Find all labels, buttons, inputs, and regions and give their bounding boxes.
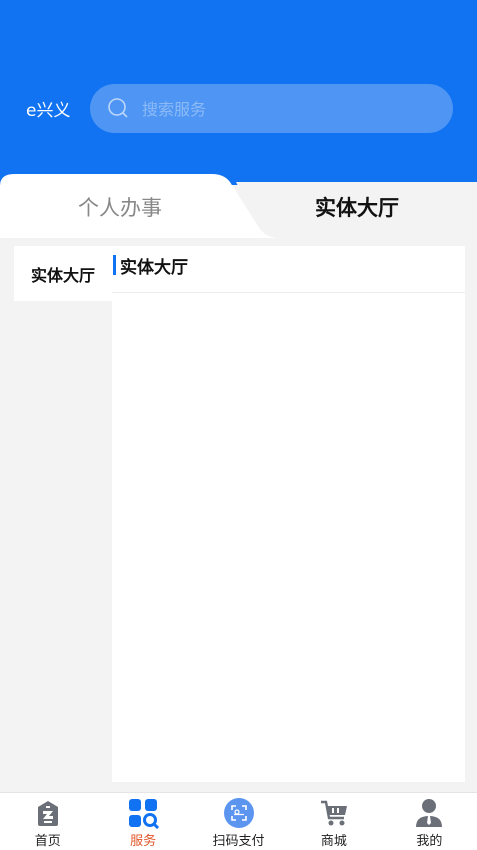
nav-label-mall: 商城 (320, 834, 347, 849)
section-title: 实体大厅 (120, 258, 188, 278)
section-accent-bar (113, 255, 116, 275)
brand-title: e兴义 (26, 101, 71, 121)
nav-item-scan-pay[interactable]: 扫码支付 (191, 793, 286, 850)
nav-label-services: 服务 (130, 834, 157, 849)
search-bar[interactable] (90, 84, 453, 133)
scan-pay-icon (223, 798, 254, 828)
services-icon (129, 799, 160, 829)
nav-item-mall[interactable]: 商城 (286, 793, 381, 850)
nav-label-profile: 我的 (416, 834, 443, 849)
home-icon (37, 801, 58, 826)
nav-label-scan-pay: 扫码支付 (212, 834, 265, 849)
profile-icon (416, 799, 443, 827)
cart-icon (320, 800, 347, 826)
sidebar-item-service-hall[interactable]: 实体大厅 (14, 246, 112, 301)
category-sidebar: 实体大厅 (14, 246, 112, 782)
nav-item-profile[interactable]: 我的 (382, 793, 477, 850)
search-icon (108, 98, 128, 118)
tab-bar: 个人办事 实体大厅 (0, 172, 477, 238)
app-header: e兴义 (0, 0, 477, 185)
content-panel: 实体大厅 (112, 246, 465, 782)
nav-label-home: 首页 (34, 834, 61, 849)
bottom-nav: 首页 服务 扫码支付 商城 我的 (0, 792, 477, 850)
search-input[interactable] (142, 94, 432, 124)
tab-service-hall[interactable]: 实体大厅 (315, 192, 399, 222)
tab-personal-affairs[interactable]: 个人办事 (78, 192, 162, 222)
tab-background (0, 174, 477, 238)
section-header: 实体大厅 (112, 246, 465, 293)
nav-item-home[interactable]: 首页 (0, 793, 95, 850)
nav-item-services[interactable]: 服务 (95, 793, 190, 850)
